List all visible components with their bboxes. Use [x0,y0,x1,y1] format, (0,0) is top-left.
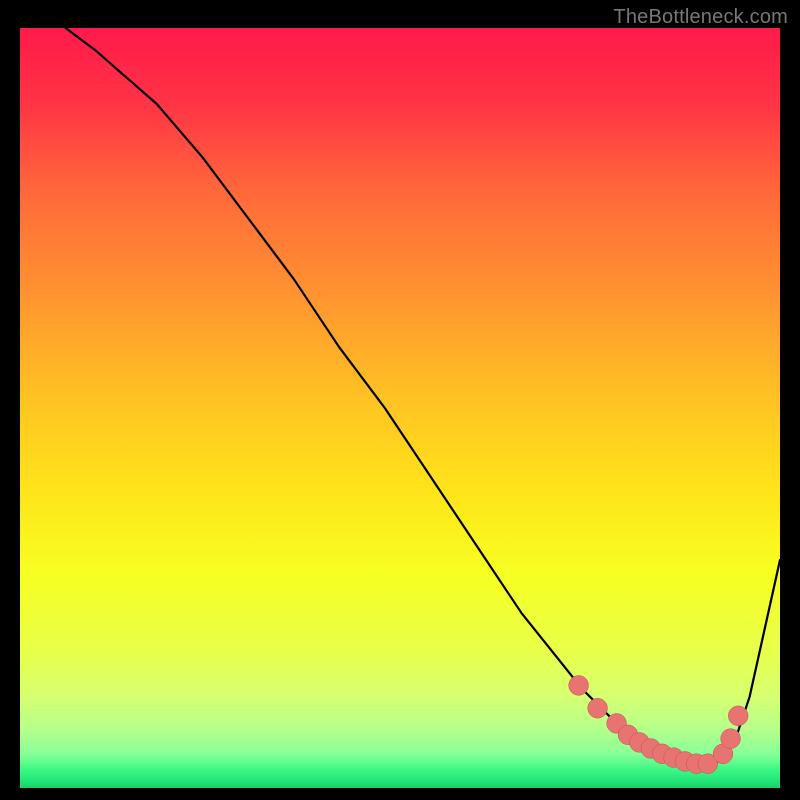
watermark-text: TheBottleneck.com [613,6,788,29]
gradient-background [20,28,780,788]
data-marker [569,676,589,696]
data-marker [721,729,741,749]
plot-area [20,28,780,788]
chart-svg [20,28,780,788]
data-marker [728,706,748,726]
data-marker [588,698,608,718]
chart-container: TheBottleneck.com [0,0,800,800]
